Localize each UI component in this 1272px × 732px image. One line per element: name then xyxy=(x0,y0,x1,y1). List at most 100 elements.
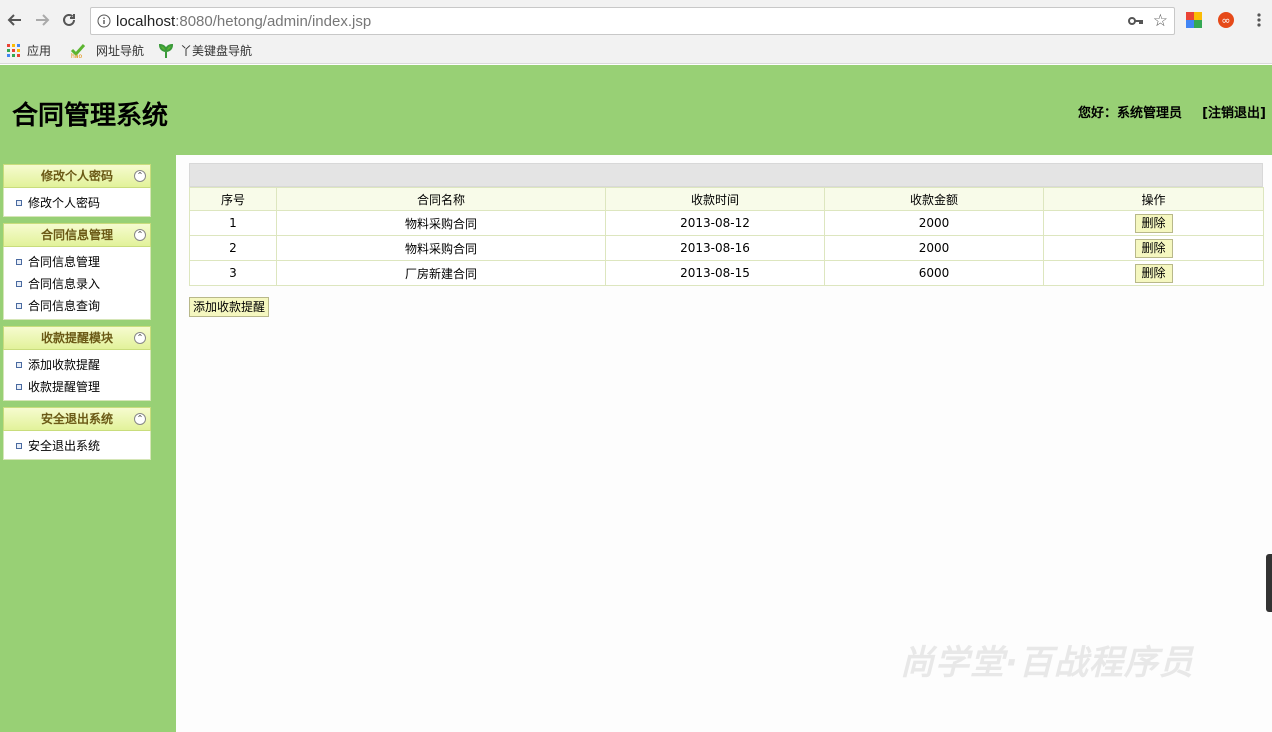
page-title: 合同管理系统 xyxy=(12,101,169,131)
address-bar[interactable]: localhost:8080/hetong/admin/index.jsp ☆ xyxy=(90,7,1175,35)
cell-action: 删除 xyxy=(1043,235,1264,261)
sidebar-item-safe-exit[interactable]: 安全退出系统 xyxy=(4,435,150,457)
menu-header[interactable]: 安全退出系统 ⌃ xyxy=(3,407,151,431)
collapse-icon[interactable]: ⌃ xyxy=(134,170,146,182)
info-icon[interactable] xyxy=(97,14,111,28)
menu-list: 修改个人密码 xyxy=(3,188,151,217)
menu-group-reminder: 收款提醒模块 ⌃ 添加收款提醒 收款提醒管理 xyxy=(3,326,151,401)
column-header-amount: 收款金额 xyxy=(824,187,1044,211)
menu-kebab-icon[interactable] xyxy=(1250,11,1268,29)
cell-no: 1 xyxy=(189,210,277,236)
bookmark-label: 应用 xyxy=(27,44,52,58)
bookmark-hao123[interactable]: hao 网址导航 xyxy=(70,42,144,59)
delete-button[interactable]: 删除 xyxy=(1134,238,1173,258)
user-greeting: 您好：系统管理员 xyxy=(1077,106,1182,121)
sidebar-item-add-reminder[interactable]: 添加收款提醒 xyxy=(4,354,150,376)
url-path: :8080/hetong/admin/index.jsp xyxy=(175,13,372,30)
logout-link[interactable]: [注销退出] xyxy=(1202,102,1266,121)
cell-amount: 2000 xyxy=(824,210,1044,236)
menu-group-password: 修改个人密码 ⌃ 修改个人密码 xyxy=(3,164,151,217)
sidebar: 修改个人密码 ⌃ 修改个人密码 合同信息管理 ⌃ 合同信息管理 合同信息录入 合… xyxy=(3,164,151,466)
svg-text:hao: hao xyxy=(71,53,82,58)
menu-list: 添加收款提醒 收款提醒管理 xyxy=(3,350,151,401)
hao-logo-icon: hao xyxy=(70,43,86,58)
menu-item-label: 安全退出系统 xyxy=(28,439,101,453)
reminder-table: 序号 合同名称 收款时间 收款金额 操作 1 物料采购合同 2013-08-12… xyxy=(189,187,1264,286)
sidebar-item-manage-reminder[interactable]: 收款提醒管理 xyxy=(4,376,150,398)
menu-header-label: 合同信息管理 xyxy=(40,228,113,242)
cell-date: 2013-08-16 xyxy=(605,235,825,261)
key-icon[interactable] xyxy=(1128,14,1144,28)
bookmark-apps[interactable]: 应用 xyxy=(7,42,51,59)
sprout-icon xyxy=(158,43,174,58)
cell-name: 厂房新建合同 xyxy=(276,260,606,286)
bullet-icon xyxy=(16,362,22,368)
menu-item-label: 修改个人密码 xyxy=(28,196,101,210)
column-header-date: 收款时间 xyxy=(605,187,825,211)
menu-header-label: 收款提醒模块 xyxy=(40,331,113,345)
app-page: 合同管理系统 您好：系统管理员 [注销退出] 修改个人密码 ⌃ 修改个人密码 合… xyxy=(0,65,1272,732)
watermark-text: 尚学堂·百战程序员 xyxy=(900,643,1194,683)
sidebar-item-contract-entry[interactable]: 合同信息录入 xyxy=(4,273,150,295)
reload-button[interactable] xyxy=(57,8,81,32)
sidebar-item-contract-query[interactable]: 合同信息查询 xyxy=(4,295,150,317)
collapse-icon[interactable]: ⌃ xyxy=(134,229,146,241)
menu-header-label: 安全退出系统 xyxy=(40,412,113,426)
sidebar-item-change-password[interactable]: 修改个人密码 xyxy=(4,192,150,214)
collapse-icon[interactable]: ⌃ xyxy=(134,332,146,344)
cell-name: 物料采购合同 xyxy=(276,235,606,261)
bookmark-keyboard-nav[interactable]: 丫美键盘导航 xyxy=(158,42,252,59)
menu-item-label: 收款提醒管理 xyxy=(28,380,101,394)
add-reminder-button[interactable]: 添加收款提醒 xyxy=(189,297,269,317)
arrow-right-icon xyxy=(36,14,50,26)
bullet-icon xyxy=(16,200,22,206)
menu-header[interactable]: 收款提醒模块 ⌃ xyxy=(3,326,151,350)
back-button[interactable] xyxy=(3,8,27,32)
bookmarks-bar: 应用 hao 网址导航 丫美键盘导航 xyxy=(0,40,1272,62)
cell-date: 2013-08-12 xyxy=(605,210,825,236)
cell-name: 物料采购合同 xyxy=(276,210,606,236)
column-header-name: 合同名称 xyxy=(276,187,606,211)
table-row: 2 物料采购合同 2013-08-16 2000 删除 xyxy=(189,235,1264,261)
bullet-icon xyxy=(16,443,22,449)
column-header-action: 操作 xyxy=(1043,187,1264,211)
collapse-icon[interactable]: ⌃ xyxy=(134,413,146,425)
cell-action: 删除 xyxy=(1043,260,1264,286)
table-row: 3 厂房新建合同 2013-08-15 6000 删除 xyxy=(189,260,1264,286)
cell-amount: 2000 xyxy=(824,235,1044,261)
url-host: localhost xyxy=(116,13,176,30)
sidebar-item-contract-manage[interactable]: 合同信息管理 xyxy=(4,251,150,273)
bullet-icon xyxy=(16,259,22,265)
extension-infinity-icon[interactable]: ∞ xyxy=(1217,11,1235,29)
url-text[interactable]: localhost:8080/hetong/admin/index.jsp xyxy=(116,13,371,30)
bookmark-label: 丫美键盘导航 xyxy=(180,44,253,58)
menu-header[interactable]: 修改个人密码 ⌃ xyxy=(3,164,151,188)
menu-item-label: 添加收款提醒 xyxy=(28,358,101,372)
delete-button[interactable]: 删除 xyxy=(1134,213,1173,233)
menu-item-label: 合同信息查询 xyxy=(28,299,101,313)
table-row: 1 物料采购合同 2013-08-12 2000 删除 xyxy=(189,210,1264,236)
delete-button[interactable]: 删除 xyxy=(1134,263,1173,283)
table-header-row: 序号 合同名称 收款时间 收款金额 操作 xyxy=(189,187,1264,211)
menu-header-label: 修改个人密码 xyxy=(40,169,113,183)
menu-list: 安全退出系统 xyxy=(3,431,151,460)
cell-amount: 6000 xyxy=(824,260,1044,286)
svg-text:∞: ∞ xyxy=(1221,14,1230,27)
bullet-icon xyxy=(16,281,22,287)
cell-no: 3 xyxy=(189,260,277,286)
extension-puzzle-icon[interactable] xyxy=(1185,11,1203,29)
arrow-left-icon xyxy=(7,14,21,26)
menu-item-label: 合同信息管理 xyxy=(28,255,101,269)
bullet-icon xyxy=(16,303,22,309)
table-toolbar xyxy=(189,163,1263,187)
star-icon[interactable]: ☆ xyxy=(1153,12,1168,30)
menu-list: 合同信息管理 合同信息录入 合同信息查询 xyxy=(3,247,151,320)
menu-header[interactable]: 合同信息管理 ⌃ xyxy=(3,223,151,247)
menu-item-label: 合同信息录入 xyxy=(28,277,101,291)
menu-group-contract: 合同信息管理 ⌃ 合同信息管理 合同信息录入 合同信息查询 xyxy=(3,223,151,320)
side-scroll-handle[interactable] xyxy=(1266,554,1272,612)
forward-button[interactable] xyxy=(30,8,54,32)
cell-no: 2 xyxy=(189,235,277,261)
cell-date: 2013-08-15 xyxy=(605,260,825,286)
reload-icon xyxy=(63,13,75,26)
